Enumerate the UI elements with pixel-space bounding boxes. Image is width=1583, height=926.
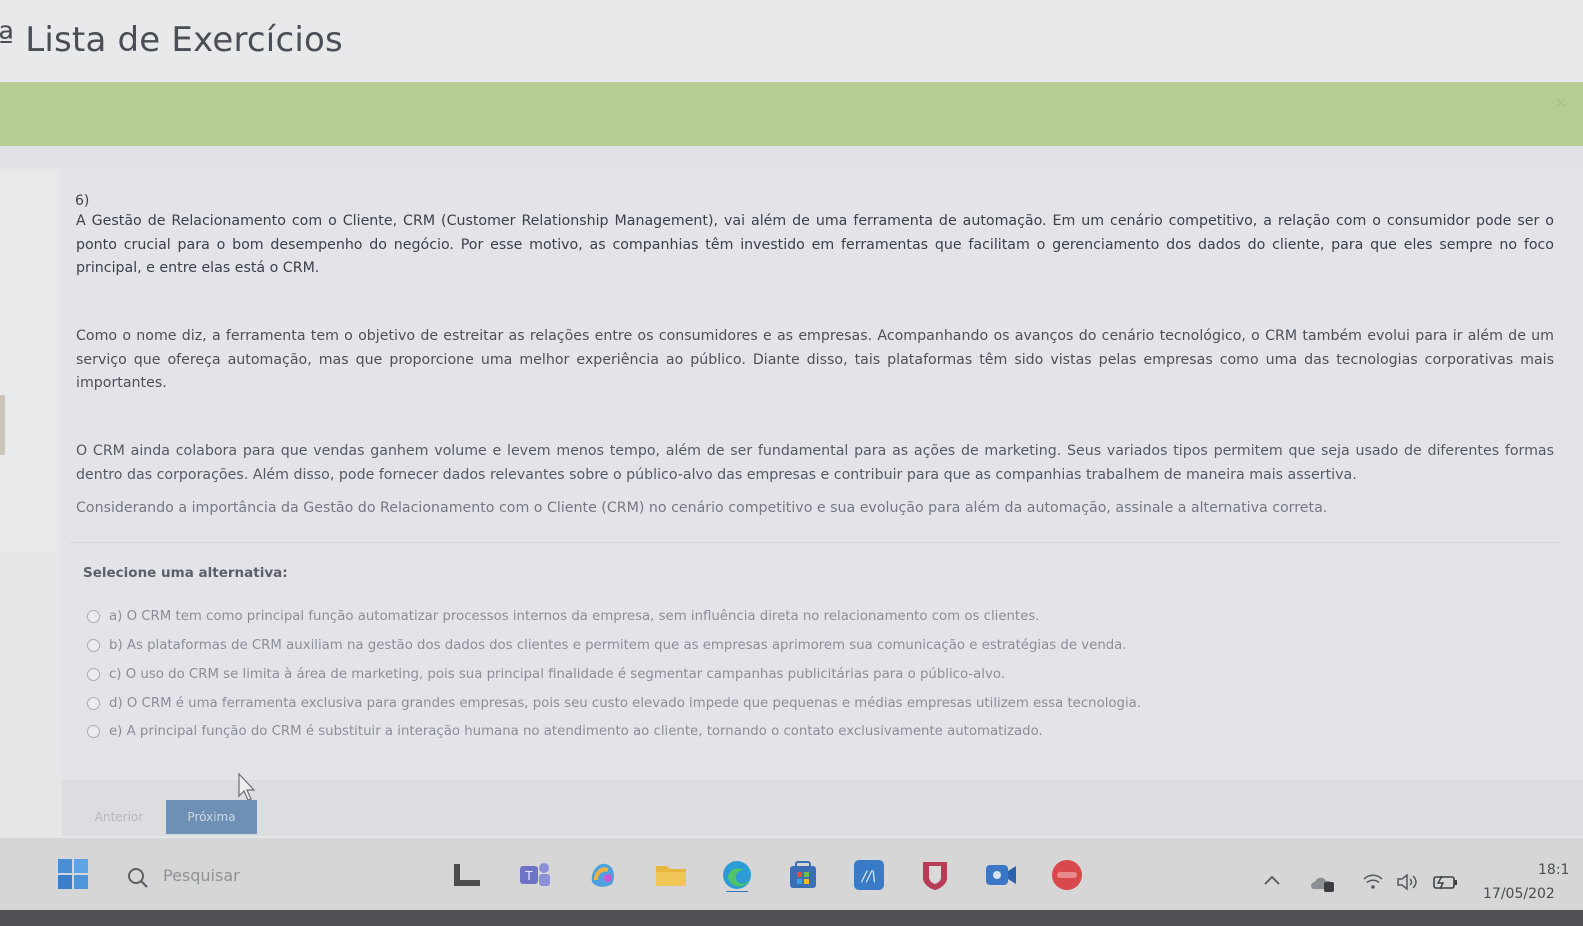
page-title: ª Lista de Exercícios: [0, 20, 343, 60]
divider: [70, 542, 1560, 543]
option-label: e) A principal função do CRM é substitui…: [109, 723, 1043, 739]
navigation-bar: [62, 780, 1583, 836]
shield-icon[interactable]: [918, 858, 952, 892]
radio-button[interactable]: [87, 638, 100, 652]
option-e[interactable]: e) A principal função do CRM é substitui…: [87, 720, 1387, 742]
clock-time[interactable]: 18:1: [1538, 862, 1569, 878]
question-paragraph-1: A Gestão de Relacionamento com o Cliente…: [76, 213, 1554, 276]
edge-icon[interactable]: [720, 858, 754, 892]
page-header: ª Lista de Exercícios: [0, 0, 1583, 82]
taskbar-edge: [0, 910, 1583, 926]
option-d[interactable]: d) O CRM é uma ferramenta exclusiva para…: [87, 692, 1387, 714]
close-icon[interactable]: ✕: [1555, 96, 1567, 112]
battery-icon[interactable]: [1432, 873, 1460, 891]
search-icon[interactable]: [126, 866, 150, 890]
option-label: c) O uso do CRM se limita à área de mark…: [109, 666, 1005, 682]
app-icon[interactable]: //\: [852, 858, 886, 892]
windows-start-icon[interactable]: [57, 858, 89, 890]
chevron-up-icon[interactable]: [1262, 873, 1282, 887]
file-explorer-icon[interactable]: [654, 858, 688, 892]
search-input[interactable]: Pesquisar: [163, 866, 240, 885]
radio-button[interactable]: [87, 667, 100, 681]
left-panel: [0, 172, 56, 552]
clock-date[interactable]: 17/05/202: [1483, 886, 1555, 902]
option-label: a) O CRM tem como principal função autom…: [109, 608, 1040, 624]
question-prompt: Considerando a importância da Gestão do …: [76, 500, 1328, 516]
video-icon[interactable]: [984, 858, 1018, 892]
question-paragraph-2: Como o nome diz, a ferramenta tem o obje…: [76, 328, 1554, 391]
question-number: 6): [75, 193, 90, 209]
svg-text://\: //\: [860, 869, 876, 885]
svg-text:T: T: [524, 869, 533, 883]
select-label: Selecione uma alternativa:: [83, 565, 288, 581]
option-b[interactable]: b) As plataformas de CRM auxiliam na ges…: [87, 634, 1387, 656]
left-panel-marker: [0, 395, 5, 455]
radio-button[interactable]: [87, 724, 100, 738]
progress-banner: [0, 82, 1583, 146]
wifi-icon[interactable]: [1362, 873, 1384, 891]
volume-icon[interactable]: [1396, 873, 1420, 891]
onedrive-icon[interactable]: [1310, 873, 1336, 893]
copilot-icon[interactable]: [586, 858, 620, 892]
radio-button[interactable]: [87, 696, 100, 710]
option-label: b) As plataformas de CRM auxiliam na ges…: [109, 637, 1127, 653]
next-button[interactable]: Próxima: [166, 800, 257, 834]
red-app-icon[interactable]: [1050, 858, 1084, 892]
question-paragraph-3: O CRM ainda colabora para que vendas gan…: [76, 443, 1554, 483]
mouse-cursor-icon: [238, 772, 256, 801]
store-icon[interactable]: [786, 858, 820, 892]
file-icon[interactable]: [450, 858, 484, 892]
banner-shadow: [0, 146, 1583, 168]
radio-button[interactable]: [87, 609, 100, 623]
option-a[interactable]: a) O CRM tem como principal função autom…: [87, 605, 1387, 627]
option-label: d) O CRM é uma ferramenta exclusiva para…: [109, 695, 1142, 711]
option-c[interactable]: c) O uso do CRM se limita à área de mark…: [87, 663, 1387, 685]
previous-button[interactable]: Anterior: [80, 800, 158, 834]
teams-icon[interactable]: T: [518, 858, 552, 892]
